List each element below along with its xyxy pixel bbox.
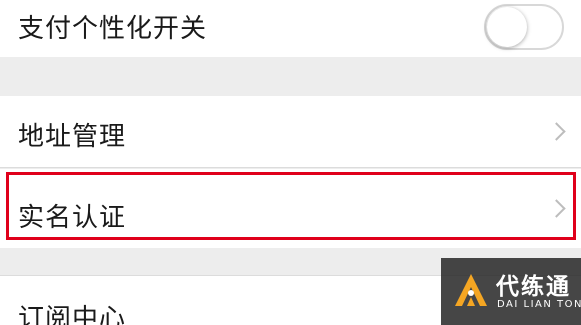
settings-screen: 支付个性化开关 地址管理 实名认证 订阅中心 代练通 DAI LIAN TONG: [0, 0, 581, 325]
watermark-logo-icon: [455, 274, 487, 306]
address-management-label: 地址管理: [18, 122, 127, 152]
payment-personalization-row: 支付个性化开关: [0, 0, 581, 57]
address-management-row[interactable]: 地址管理: [0, 96, 581, 168]
watermark-subtitle: DAI LIAN TONG: [497, 299, 581, 310]
chevron-right-icon: [547, 122, 566, 141]
watermark: 代练通 DAI LIAN TONG: [441, 258, 581, 325]
payment-personalization-toggle[interactable]: [484, 4, 564, 50]
chevron-right-icon: [547, 199, 566, 218]
payment-personalization-label: 支付个性化开关: [18, 14, 208, 44]
subscription-center-label: 订阅中心: [18, 304, 127, 325]
toggle-knob: [487, 7, 527, 47]
watermark-title: 代练通: [496, 274, 571, 300]
real-name-verification-row[interactable]: 实名认证: [0, 169, 581, 248]
real-name-verification-label: 实名认证: [18, 203, 127, 233]
